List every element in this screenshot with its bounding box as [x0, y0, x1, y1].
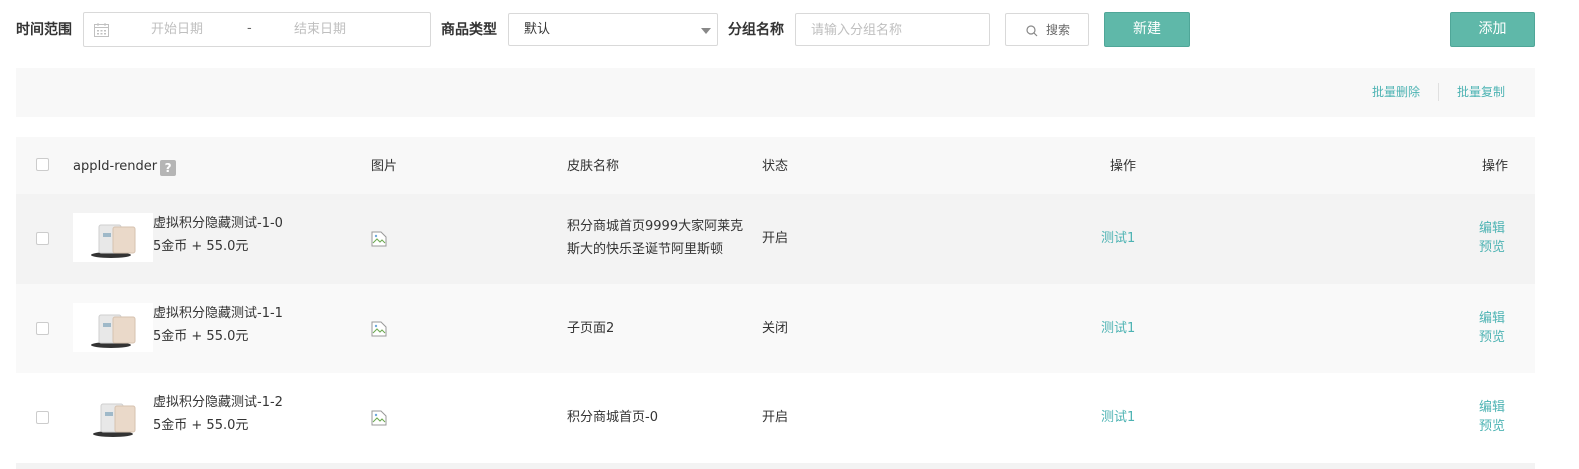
product-name: 虚拟积分隐藏测试-1-1 — [153, 305, 283, 321]
status-value: 开启 — [762, 231, 789, 246]
column-header-appid: appId-render? — [73, 159, 177, 176]
product-type-label: 商品类型 — [441, 22, 497, 38]
edit-link[interactable]: 编辑 — [1479, 399, 1505, 417]
skin-name: 子页面2 — [567, 320, 615, 336]
skin-name: 积分商城首页-0 — [567, 410, 658, 425]
search-button[interactable]: 搜索 — [1005, 13, 1089, 46]
test-link[interactable]: 测试1 — [1101, 320, 1135, 338]
product-name: 虚拟积分隐藏测试-1-0 — [153, 216, 283, 231]
preview-link[interactable]: 预览 — [1479, 239, 1505, 257]
group-name-input[interactable] — [795, 13, 990, 46]
product-price: 5金币 + 55.0元 — [153, 418, 249, 433]
calendar-icon — [94, 23, 109, 37]
table-row: 虚拟积分隐藏测试-1-1 5金币 + 55.0元 子页面2 关闭 测试1 编辑 … — [16, 283, 1535, 373]
batch-action-bar: 批量删除 批量复制 — [16, 68, 1535, 117]
add-button[interactable]: 添加 — [1450, 12, 1535, 47]
column-header-operation: 操作 — [1110, 159, 1137, 174]
product-type-select[interactable]: 默认 — [508, 13, 718, 46]
data-table: appId-render? 图片 皮肤名称 状态 操作 操作 虚拟积分隐藏测试-… — [16, 137, 1535, 463]
test-link[interactable]: 测试1 — [1101, 409, 1135, 427]
product-thumbnail — [73, 302, 153, 352]
table-row: 虚拟积分隐藏测试-1-2 5金币 + 55.0元 积分商城首页-0 开启 测试1… — [16, 373, 1535, 463]
column-header-skin-name: 皮肤名称 — [567, 159, 620, 174]
broken-image-icon — [371, 321, 387, 336]
column-header-operation-2: 操作 — [1482, 159, 1509, 174]
search-button-label: 搜索 — [1046, 23, 1071, 37]
time-range-label: 时间范围 — [16, 22, 72, 38]
product-price: 5金币 + 55.0元 — [153, 239, 249, 254]
divider — [1438, 83, 1439, 101]
test-link[interactable]: 测试1 — [1101, 230, 1135, 248]
chevron-down-icon — [701, 28, 711, 34]
broken-image-icon — [371, 231, 387, 247]
row-checkbox[interactable] — [36, 321, 49, 335]
search-icon — [1026, 25, 1038, 37]
product-thumbnail — [73, 392, 153, 441]
date-range-picker[interactable]: 开始日期 - 结束日期 — [83, 12, 431, 47]
end-date-input[interactable]: 结束日期 — [294, 21, 346, 39]
skin-name: 积分商城首页9999大家阿莱克斯大的快乐圣诞节阿里斯顿 — [567, 219, 744, 257]
product-price: 5金币 + 55.0元 — [153, 328, 249, 344]
filter-bar: 时间范围 开始日期 - 结束日期 商品类型 默认 分组名称 搜索 新建 添 — [0, 0, 1579, 60]
table-header: appId-render? 图片 皮肤名称 状态 操作 操作 — [16, 137, 1535, 194]
select-all-checkbox[interactable] — [36, 158, 49, 171]
status-value: 开启 — [762, 410, 789, 425]
product-name: 虚拟积分隐藏测试-1-2 — [153, 395, 283, 410]
batch-copy-link[interactable]: 批量复制 — [1457, 84, 1505, 100]
help-icon[interactable]: ? — [160, 160, 177, 176]
edit-link[interactable]: 编辑 — [1479, 310, 1505, 328]
row-checkbox[interactable] — [36, 411, 49, 424]
start-date-input[interactable]: 开始日期 — [151, 21, 203, 39]
new-button[interactable]: 新建 — [1104, 12, 1190, 47]
product-type-value: 默认 — [524, 22, 551, 37]
row-checkbox[interactable] — [36, 232, 49, 245]
batch-delete-link[interactable]: 批量删除 — [1372, 84, 1420, 100]
group-name-label: 分组名称 — [728, 22, 784, 38]
column-header-status: 状态 — [762, 159, 789, 174]
preview-link[interactable]: 预览 — [1479, 329, 1505, 347]
table-row: 虚拟积分隐藏测试-1-0 5金币 + 55.0元 积分商城首页9999大家阿莱克… — [16, 194, 1535, 284]
edit-link[interactable]: 编辑 — [1479, 220, 1505, 238]
table-bottom-border — [16, 463, 1535, 469]
product-thumbnail — [73, 213, 153, 262]
date-separator: - — [247, 21, 252, 36]
column-header-image: 图片 — [371, 159, 398, 174]
broken-image-icon — [371, 410, 387, 426]
preview-link[interactable]: 预览 — [1479, 418, 1505, 436]
column-header-appid-label: appId-render — [73, 159, 158, 174]
status-value: 关闭 — [762, 320, 789, 336]
